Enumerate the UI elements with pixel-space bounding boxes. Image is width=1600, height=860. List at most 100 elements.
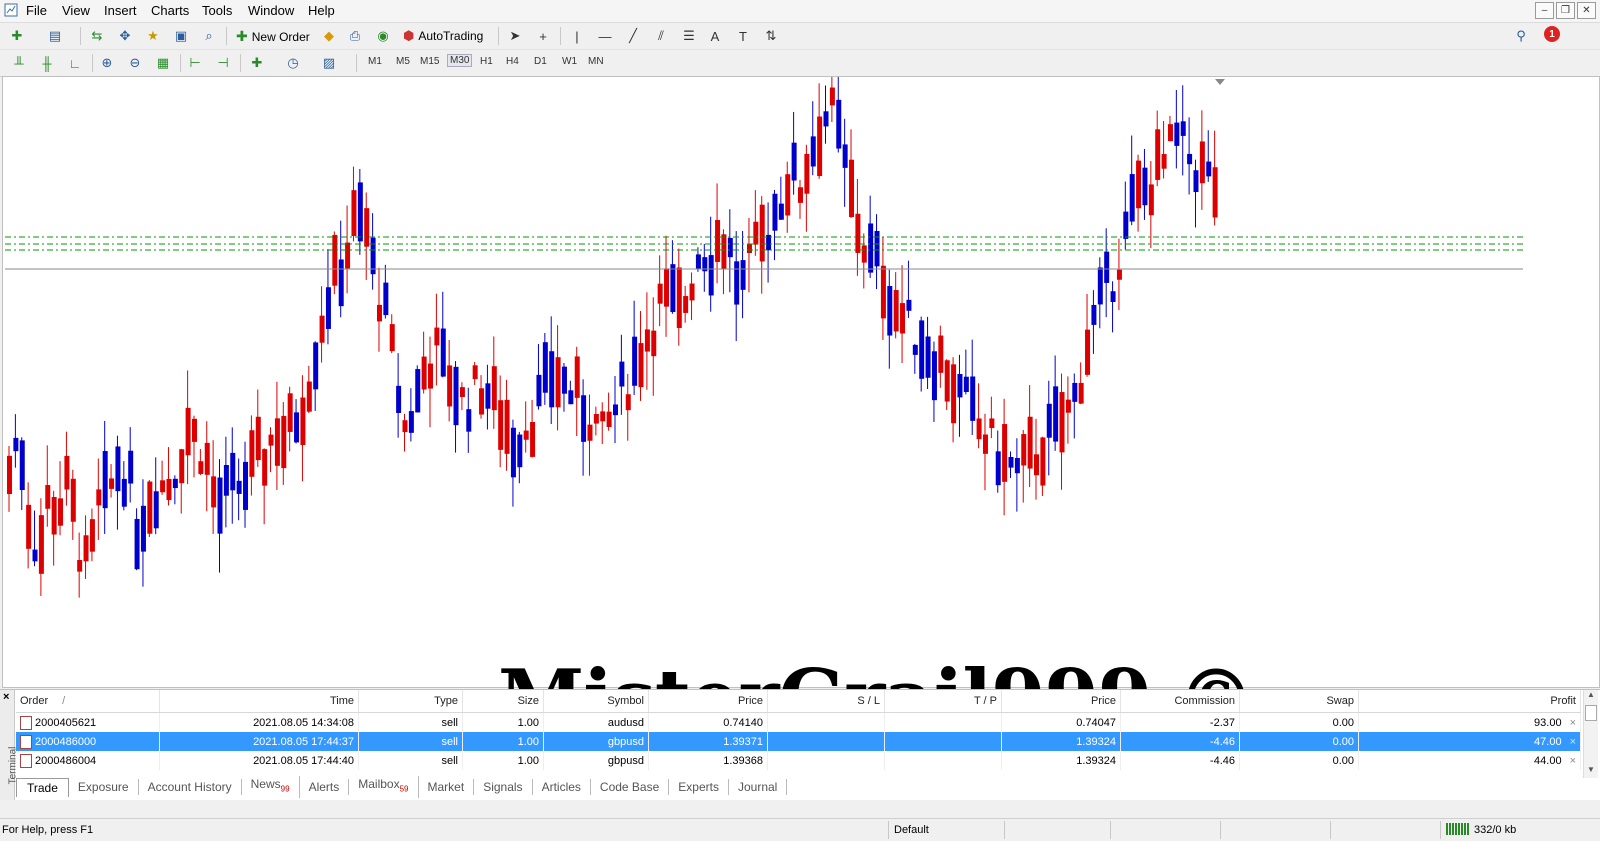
menu-help[interactable]: Help xyxy=(304,3,339,18)
tab-code-base[interactable]: Code Base xyxy=(591,779,670,795)
profiles-icon[interactable]: ▤ xyxy=(46,27,64,45)
candle-body xyxy=(912,344,918,355)
col-sl[interactable]: S / L xyxy=(767,690,885,713)
sl-cell[interactable] xyxy=(767,732,885,751)
tab-news[interactable]: News99 xyxy=(242,776,300,798)
col-order[interactable]: Order / xyxy=(16,690,160,713)
indicators-icon[interactable]: ✚ xyxy=(248,54,266,72)
notification-badge[interactable]: 1 xyxy=(1544,26,1560,42)
navigator-icon[interactable]: ★ xyxy=(144,27,162,45)
strategy-tester-icon[interactable]: ⌕ xyxy=(200,27,218,45)
col-time[interactable]: Time xyxy=(159,690,359,713)
tab-alerts[interactable]: Alerts xyxy=(300,779,350,795)
text-label-icon[interactable]: T xyxy=(734,27,752,45)
col-tp[interactable]: T / P xyxy=(884,690,1002,713)
tab-mailbox[interactable]: Mailbox59 xyxy=(349,776,419,798)
tab-account-history[interactable]: Account History xyxy=(139,779,242,795)
trendline-icon[interactable]: ╱ xyxy=(624,27,642,45)
text-icon[interactable]: A xyxy=(706,27,724,45)
candlestick-icon[interactable]: ╫ xyxy=(38,54,56,72)
close-order-icon[interactable]: × xyxy=(1570,717,1576,729)
menu-charts[interactable]: Charts xyxy=(147,3,193,18)
tab-trade[interactable]: Trade xyxy=(16,777,69,797)
scroll-down-icon[interactable]: ▼ xyxy=(1584,765,1598,774)
signals-icon[interactable]: ◉ xyxy=(374,27,392,45)
autotrading-button[interactable]: ⬢ AutoTrading xyxy=(403,28,483,44)
timeframe-h4[interactable]: H4 xyxy=(506,56,519,67)
tp-cell[interactable] xyxy=(884,712,1002,732)
col-current-price[interactable]: Price xyxy=(1001,690,1121,713)
timeframe-w1[interactable]: W1 xyxy=(562,56,577,67)
col-swap[interactable]: Swap xyxy=(1239,690,1359,713)
tp-cell[interactable] xyxy=(884,732,1002,751)
menu-window[interactable]: Window xyxy=(244,3,298,18)
chart-shift-icon[interactable]: ⊢ xyxy=(186,54,204,72)
zoom-in-icon[interactable]: ⊕ xyxy=(98,54,116,72)
timeframe-d1[interactable]: D1 xyxy=(534,56,547,67)
crosshair-icon[interactable]: + xyxy=(534,27,552,45)
close-order-icon[interactable]: × xyxy=(1570,736,1576,748)
new-order-button[interactable]: ✚ New Order xyxy=(236,28,310,45)
close-order-icon[interactable]: × xyxy=(1570,755,1576,767)
terminal-icon[interactable]: ▣ xyxy=(172,27,190,45)
orders-scrollbar[interactable]: ▲ ▼ xyxy=(1583,690,1598,778)
tab-articles[interactable]: Articles xyxy=(533,779,591,795)
timeframe-h1[interactable]: H1 xyxy=(480,56,493,67)
bar-chart-icon[interactable]: ╨ xyxy=(10,54,28,72)
terminal-close-icon[interactable]: × xyxy=(3,691,9,703)
col-size[interactable]: Size xyxy=(462,690,544,713)
line-chart-icon[interactable]: ∟ xyxy=(66,54,84,72)
scroll-thumb[interactable] xyxy=(1585,705,1597,721)
channel-icon[interactable]: ⫽ xyxy=(652,27,670,45)
order-row[interactable]: 2000405621 2021.08.05 14:34:08 sell 1.00… xyxy=(16,712,1581,732)
candle-body xyxy=(778,203,784,220)
tab-exposure[interactable]: Exposure xyxy=(69,779,139,795)
order-row-selected[interactable]: 2000486000 2021.08.05 17:44:37 sell 1.00… xyxy=(16,732,1581,751)
data-window-icon[interactable]: ✥ xyxy=(116,27,134,45)
timeframe-mn[interactable]: MN xyxy=(588,56,604,67)
col-commission[interactable]: Commission xyxy=(1120,690,1240,713)
sl-cell[interactable] xyxy=(767,712,885,732)
fibonacci-icon[interactable]: ☰ xyxy=(680,27,698,45)
horizontal-line-icon[interactable]: — xyxy=(596,27,614,45)
timeframe-m30[interactable]: M30 xyxy=(447,54,473,67)
candle-body xyxy=(287,393,293,432)
col-price[interactable]: Price xyxy=(648,690,768,713)
vertical-line-icon[interactable]: | xyxy=(568,27,586,45)
templates-icon[interactable]: ▨ xyxy=(320,54,338,72)
tab-signals[interactable]: Signals xyxy=(474,779,533,795)
col-profit[interactable]: Profit xyxy=(1358,690,1581,713)
print-icon[interactable]: ⎙ xyxy=(346,27,364,45)
periods-clock-icon[interactable]: ◷ xyxy=(284,54,302,72)
restore-icon[interactable]: ❐ xyxy=(1556,2,1575,19)
autoscroll-icon[interactable]: ⊣ xyxy=(214,54,232,72)
col-type[interactable]: Type xyxy=(358,690,463,713)
close-icon[interactable]: ✕ xyxy=(1577,2,1596,19)
tab-journal[interactable]: Journal xyxy=(729,779,788,795)
menu-insert[interactable]: Insert xyxy=(100,3,141,18)
menu-view[interactable]: View xyxy=(58,3,94,18)
zoom-out-icon[interactable]: ⊖ xyxy=(126,54,144,72)
cursor-icon[interactable]: ➤ xyxy=(506,27,524,45)
menu-file[interactable]: File xyxy=(22,3,51,18)
search-icon[interactable]: ⚲ xyxy=(1512,27,1530,45)
metaeditor-icon[interactable]: ◆ xyxy=(320,27,338,45)
scroll-up-icon[interactable]: ▲ xyxy=(1584,690,1598,699)
timeframe-m1[interactable]: M1 xyxy=(368,56,382,67)
new-chart-icon[interactable]: ✚ xyxy=(8,27,26,45)
timeframe-m15[interactable]: M15 xyxy=(420,56,439,67)
col-symbol[interactable]: Symbol xyxy=(543,690,649,713)
tile-windows-icon[interactable]: ▦ xyxy=(154,54,172,72)
arrows-icon[interactable]: ⇅ xyxy=(762,27,780,45)
candle-body xyxy=(817,116,823,177)
timeframe-m5[interactable]: M5 xyxy=(396,56,410,67)
tp-cell[interactable] xyxy=(884,751,1002,770)
sl-cell[interactable] xyxy=(767,751,885,770)
tab-market[interactable]: Market xyxy=(419,779,475,795)
order-row[interactable]: 2000486004 2021.08.05 17:44:40 sell 1.00… xyxy=(16,751,1581,770)
tab-experts[interactable]: Experts xyxy=(669,779,729,795)
minimize-icon[interactable]: – xyxy=(1535,2,1554,19)
market-watch-icon[interactable]: ⇆ xyxy=(88,27,106,45)
price-chart[interactable]: MisterGrail999 © xyxy=(2,76,1600,744)
menu-tools[interactable]: Tools xyxy=(198,3,236,18)
